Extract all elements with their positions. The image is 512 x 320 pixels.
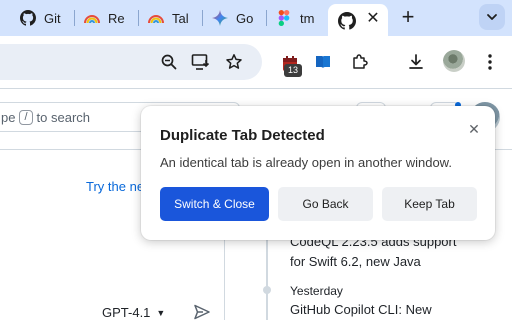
profile-avatar[interactable]: [443, 50, 465, 72]
chevron-down-icon: [487, 14, 497, 20]
browser-toolbar: [0, 36, 512, 88]
search-placeholder: to search: [36, 109, 91, 125]
feed-item-text[interactable]: GitHub Copilot CLI: New: [290, 300, 432, 320]
feed-date: Yesterday: [290, 284, 343, 298]
tab-label: Tal: [172, 10, 189, 26]
figma-icon: [276, 10, 292, 26]
tab-tal[interactable]: Tal: [148, 6, 194, 30]
dialog-title: Duplicate Tab Detected: [160, 127, 325, 144]
timeline-dot: [263, 286, 271, 294]
search-prefix: pe: [1, 109, 16, 125]
extension-badge: 13: [284, 64, 302, 77]
tab-label: Re: [108, 10, 125, 26]
tab-separator: [266, 10, 267, 26]
tab-separator: [74, 10, 75, 26]
tab-github[interactable]: Git: [20, 6, 66, 30]
rainbow-icon: [148, 10, 164, 26]
bookmark-star-icon[interactable]: [222, 50, 246, 74]
tab-search-button[interactable]: [479, 4, 505, 30]
close-icon[interactable]: ✕: [466, 121, 482, 137]
keep-tab-button[interactable]: Keep Tab: [382, 187, 477, 221]
kebab-menu-icon[interactable]: [478, 50, 502, 74]
zoom-icon[interactable]: [157, 50, 181, 74]
download-icon[interactable]: [404, 50, 428, 74]
slash-key-hint: /: [19, 109, 33, 125]
extensions-puzzle-icon[interactable]: [348, 50, 372, 74]
github-icon: [20, 10, 36, 26]
switch-and-close-button[interactable]: Switch & Close: [160, 187, 269, 221]
tab-go[interactable]: Go: [212, 6, 258, 30]
timeline-line: [266, 239, 268, 320]
tab-separator: [202, 10, 203, 26]
reader-extension-icon[interactable]: [311, 50, 335, 74]
send-icon[interactable]: [193, 303, 211, 320]
tab-label: tm: [300, 10, 315, 26]
tab-re[interactable]: Re: [84, 6, 130, 30]
tab-label: Go: [236, 10, 254, 26]
go-back-button[interactable]: Go Back: [278, 187, 373, 221]
github-icon: [338, 12, 356, 30]
install-app-icon[interactable]: [189, 50, 213, 74]
tab-separator: [138, 10, 139, 26]
tab-active-github[interactable]: ✕: [328, 4, 388, 36]
address-bar[interactable]: [0, 44, 262, 80]
model-picker[interactable]: GPT-4.1 ▼: [102, 305, 165, 320]
tab-label: Git: [44, 10, 61, 26]
rainbow-icon: [84, 10, 100, 26]
tab-strip: Git Re Tal Go tm ✕ +: [0, 0, 512, 36]
caret-down-icon: ▼: [156, 308, 166, 318]
new-tab-button[interactable]: +: [398, 6, 418, 28]
tab-close-icon[interactable]: ✕: [364, 10, 382, 28]
try-link[interactable]: Try the ne: [86, 179, 144, 194]
feed-item-text[interactable]: for Swift 6.2, new Java: [290, 252, 421, 272]
duplicate-tab-dialog: Duplicate Tab Detected ✕ An identical ta…: [141, 106, 495, 240]
model-name: GPT-4.1: [102, 305, 151, 320]
tab-tm[interactable]: tm: [276, 6, 322, 30]
dialog-message: An identical tab is already open in anot…: [160, 155, 452, 170]
gemini-icon: [212, 10, 228, 26]
